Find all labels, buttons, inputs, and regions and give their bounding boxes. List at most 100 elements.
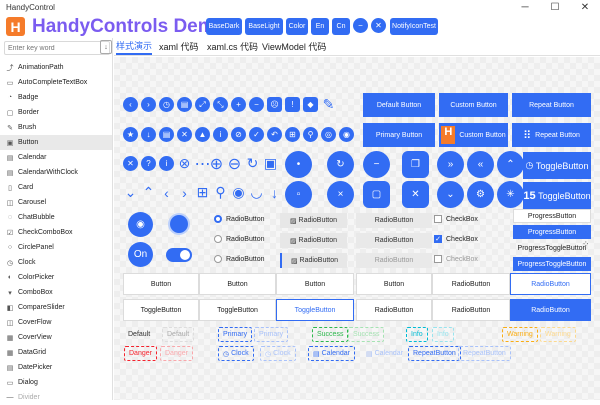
eye-icon[interactable]: ◉ [128, 212, 153, 237]
danger-dashed-button[interactable]: Danger [124, 346, 157, 361]
radio-row-button-1[interactable]: RadioButton [432, 273, 510, 295]
clock-dashed-button[interactable]: ◷ Clock [218, 346, 254, 361]
sidebar-item-brush[interactable]: ✎ Brush [0, 120, 112, 135]
sidebar-item-badge[interactable]: ◔ Badge [0, 90, 112, 105]
success-dashed-button[interactable]: Success [312, 327, 349, 342]
collapse-icon[interactable]: ⤡ [213, 97, 228, 112]
plain-button-2[interactable]: Button [199, 273, 276, 295]
sidebar-item-colorpicker[interactable]: ◐ ColorPicker [0, 270, 112, 285]
clock-disabled-button[interactable]: ◷ Clock [260, 346, 296, 361]
square-close-button[interactable]: ✕ [402, 181, 429, 208]
zoom-out-icon[interactable]: ⊖ [227, 156, 242, 173]
question-icon[interactable]: ? [141, 156, 156, 171]
primary-button[interactable]: Primary Button [363, 123, 435, 147]
square-dot-button[interactable]: ▫ [285, 181, 312, 208]
radio-row-button-2[interactable]: RadioButton [510, 273, 591, 295]
warning-disabled-button[interactable]: Warning [540, 327, 576, 342]
reply-icon[interactable]: ↶ [267, 127, 282, 142]
progress-toggle-button-2[interactable]: ProgressToggleButton [513, 257, 591, 271]
chevron-right-outline-icon[interactable]: › [177, 185, 192, 201]
gear-button[interactable]: ⚙ [467, 181, 494, 208]
minimize-button[interactable]: ─ [510, 0, 540, 15]
en-button[interactable]: En [311, 18, 329, 35]
chevron-up-outline-icon[interactable]: ⌃ [141, 184, 156, 200]
close-icon[interactable]: ✕ [123, 156, 138, 171]
plain-button-4[interactable]: Button [356, 273, 432, 295]
clock-toggle-button[interactable]: ◷ ToggleButton [523, 152, 591, 179]
sidebar-item-chatbubble[interactable]: ◌ ChatBubble [0, 210, 112, 225]
color-button[interactable]: Color [286, 18, 308, 35]
progress-button-2[interactable]: ProgressButton [513, 225, 591, 239]
custom-logo-button[interactable]: H Custom Button [439, 123, 508, 147]
sidebar-item-datagrid[interactable]: ▦ DataGrid [0, 345, 112, 360]
sidebar-item-carousel[interactable]: ◫ Carousel [0, 195, 112, 210]
radio-option-3[interactable]: RadioButton [214, 255, 265, 263]
sidebar-item-button[interactable]: ▣ Button [0, 135, 112, 150]
default-dashed-button[interactable]: Default [162, 327, 195, 342]
info-dashed-button[interactable]: Info [406, 327, 428, 342]
sidebar-item-coverflow[interactable]: ◫ CoverFlow [0, 315, 112, 330]
toggle-sidebar-icon[interactable]: ↓ [100, 40, 112, 54]
tab-xaml[interactable]: xaml 代码 [159, 38, 199, 55]
toggle-button-1[interactable]: ToggleButton [123, 299, 199, 321]
sidebar-item-checkcombobox[interactable]: ☑ CheckComboBox [0, 225, 112, 240]
chevron-left-outline-icon[interactable]: ‹ [159, 185, 174, 201]
primary-disabled-button[interactable]: Primary [254, 327, 289, 342]
repeat-dots-button[interactable]: ⠿ Repeat Button [512, 123, 591, 147]
sidebar-item-coverview[interactable]: ▦ CoverView [0, 330, 112, 345]
chevron-down-outline-icon[interactable]: ⌄ [123, 184, 138, 200]
progress-button-1[interactable]: ProgressButton [513, 209, 591, 223]
radio-option-2[interactable]: RadioButton [214, 235, 265, 243]
sidebar-item-datepicker[interactable]: ▤ DatePicker [0, 360, 112, 375]
warning-icon[interactable]: ▲ [195, 127, 210, 142]
tab-demo[interactable]: 样式演示 [116, 38, 153, 55]
chevron-left-icon[interactable]: ‹ [123, 97, 138, 112]
circle-close-button[interactable]: × [327, 181, 354, 208]
square-button[interactable]: ▢ [363, 181, 390, 208]
radio-button-plain-1[interactable]: RadioButton [356, 213, 432, 228]
calendar-toggle-button[interactable]: 15 ToggleButton [523, 182, 591, 209]
windows-outline-icon[interactable]: ⊞ [195, 184, 210, 200]
tab-viewmodel[interactable]: ViewModel 代码 [262, 38, 326, 55]
circle-dot-button[interactable]: • [285, 151, 312, 178]
base-dark-button[interactable]: BaseDark [206, 18, 242, 35]
notify-icon-test-button[interactable]: NotifyIconTest [390, 18, 438, 35]
repeat-dashed-button[interactable]: RepeatButton [408, 346, 461, 361]
danger-disabled-button[interactable]: Danger [160, 346, 193, 361]
radio-button-icon-3[interactable]: ▨ RadioButton [280, 253, 347, 268]
forbidden-icon[interactable]: ⊘ [231, 127, 246, 142]
search-icon[interactable]: ⚲ [303, 127, 318, 142]
custom-button[interactable]: Custom Button [439, 93, 508, 117]
tab-xaml-cs[interactable]: xaml.cs 代码 [207, 38, 258, 55]
close-circle-button[interactable]: ✕ [371, 18, 386, 33]
progress-toggle-button-1[interactable]: ProgressToggleButton [513, 241, 591, 255]
double-chevron-down-button[interactable]: ⌄ [437, 181, 464, 208]
error-icon[interactable]: ✕ [177, 127, 192, 142]
default-link-button[interactable]: Default [124, 327, 154, 342]
warning-hex-icon[interactable]: ! [285, 97, 300, 112]
success-disabled-button[interactable]: Success [348, 327, 385, 342]
double-chevron-up-button[interactable]: ⌃ [497, 151, 524, 178]
toggle-radio-button-1[interactable]: RadioButton [356, 299, 432, 321]
sidebar-item-animationpath[interactable]: ⤴ AnimationPath [0, 60, 112, 75]
zoom-in-icon[interactable]: ⊕ [209, 156, 224, 173]
window-copy-button[interactable]: ❐ [402, 151, 429, 178]
radio-button-icon-1[interactable]: ▨ RadioButton [280, 213, 347, 228]
eyedropper-icon[interactable]: ✎ [321, 96, 336, 112]
toggle-radio-button-3[interactable]: RadioButton [510, 299, 591, 321]
history-icon[interactable]: ↻ [245, 155, 260, 171]
record-button[interactable] [170, 215, 188, 233]
radio-option-1[interactable]: RadioButton [214, 215, 265, 223]
toggle-button-2[interactable]: ToggleButton [199, 299, 276, 321]
maximize-button[interactable]: ☐ [540, 0, 570, 15]
double-chevron-right-button[interactable]: » [437, 151, 464, 178]
clock-icon[interactable]: ◷ [159, 97, 174, 112]
calendar-disabled-button[interactable]: ▤ Calendar [362, 346, 407, 361]
toggle-radio-button-2[interactable]: RadioButton [432, 299, 510, 321]
sidebar-item-combobox[interactable]: ▾ ComboBox [0, 285, 112, 300]
warning-dashed-button[interactable]: Warning [502, 327, 538, 342]
remove-icon[interactable]: − [249, 97, 264, 112]
radio-button-icon-2[interactable]: ▨ RadioButton [280, 233, 347, 248]
ring-icon[interactable]: ◎ [321, 127, 336, 142]
arrow-down-icon[interactable]: ↓ [267, 185, 282, 201]
